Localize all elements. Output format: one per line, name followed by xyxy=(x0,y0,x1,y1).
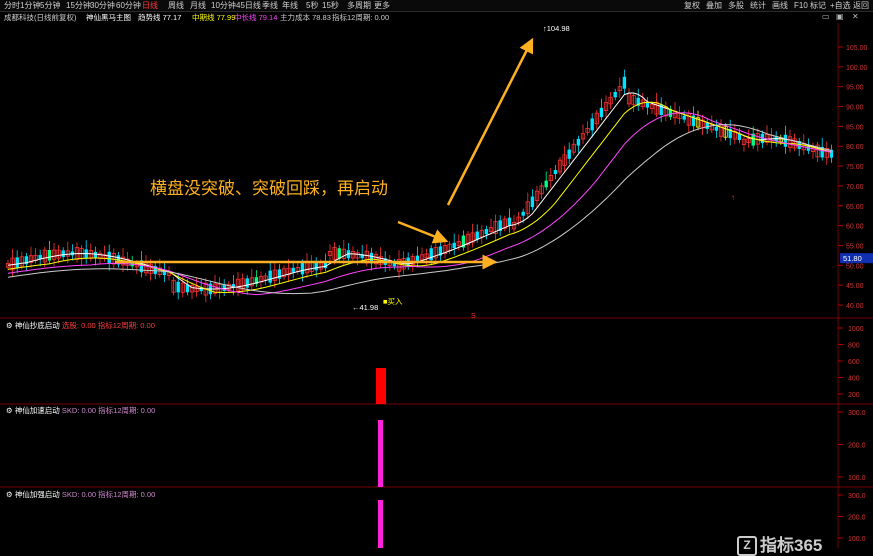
candle-body xyxy=(714,126,719,131)
high-price-label: ↑104.98 xyxy=(543,24,570,33)
price-tick: 75.00 xyxy=(846,164,864,171)
ma-midlong-line xyxy=(7,112,832,296)
candle-body xyxy=(429,248,433,261)
panel-tick: 400 xyxy=(848,376,860,383)
ma-cost-line xyxy=(7,124,832,295)
panel-tick: 800 xyxy=(848,343,860,350)
candle-body xyxy=(314,262,318,271)
candle-body xyxy=(544,180,548,188)
candle-body xyxy=(300,262,305,275)
price-tick: 40.00 xyxy=(846,303,864,310)
s-marker: S xyxy=(471,313,476,320)
panel3-label: ⚙ 神仙加强启动 SKD: 0.00 指标12周期: 0.00 xyxy=(6,490,156,499)
candle-body xyxy=(484,228,489,235)
panel-tick: 100.0 xyxy=(848,475,866,482)
candle-body xyxy=(475,231,479,240)
breakout-annotation-arrow xyxy=(446,37,534,206)
candle-body xyxy=(107,251,111,264)
chart-annotation: 横盘没突破、突破回踩，再启动 xyxy=(150,179,388,198)
retest-annotation-arrow xyxy=(397,220,449,244)
panel-tick: 200 xyxy=(848,392,860,399)
kline-chart[interactable]: ↑104.98 ←41.98 ■买入 S ↑ 105.00 100.00 95.00 90.0… xyxy=(0,0,873,555)
candle-body xyxy=(93,251,98,259)
panel-tick: 200.0 xyxy=(848,515,866,522)
candle-body xyxy=(567,149,571,159)
price-tick: 55.00 xyxy=(846,243,864,250)
candle-body xyxy=(576,138,581,146)
panel-tick: 200.0 xyxy=(848,443,866,450)
panel2-signal-bar xyxy=(378,420,383,487)
price-tick: 45.00 xyxy=(846,283,864,290)
low-price-label: ←41.98 xyxy=(352,303,378,312)
price-tick: 85.00 xyxy=(846,124,864,131)
candle-body xyxy=(645,102,650,108)
candle-body xyxy=(682,115,686,120)
candle-body xyxy=(507,217,512,226)
candle-body xyxy=(452,242,456,249)
price-tick: 70.00 xyxy=(846,184,864,191)
candle-body xyxy=(61,250,65,258)
panel1-label: ⚙ 神仙抄底启动 选股: 0.00 指标12周期: 0.00 xyxy=(6,321,155,330)
panel3-signal-bar xyxy=(378,500,383,548)
price-tick: 60.00 xyxy=(846,224,864,231)
price-tick: 80.00 xyxy=(846,144,864,151)
buy-signal-label: ■买入 xyxy=(383,297,403,306)
candle-body xyxy=(783,134,788,147)
candle-body xyxy=(590,118,594,131)
price-tick: 105.00 xyxy=(846,45,868,52)
candle-body xyxy=(553,170,558,175)
current-price-label: 51.80 xyxy=(843,254,862,263)
up-arrow-marker: ↑ xyxy=(731,193,735,202)
candle-body xyxy=(176,281,180,293)
candle-body xyxy=(599,107,604,118)
panel-tick: 300.0 xyxy=(848,493,866,500)
price-tick: 100.00 xyxy=(846,65,868,72)
panel-tick: 300.0 xyxy=(848,410,866,417)
price-tick: 95.00 xyxy=(846,85,864,92)
candle-body xyxy=(245,278,249,288)
panel-tick: 600 xyxy=(848,359,860,366)
price-tick: 65.00 xyxy=(846,204,864,211)
panel-tick: 100.0 xyxy=(848,536,866,543)
candle-body xyxy=(47,249,52,261)
candle-body xyxy=(15,257,19,268)
candle-body xyxy=(521,211,525,216)
panel-tick: 1000 xyxy=(848,326,864,333)
price-tick: 50.00 xyxy=(846,263,864,270)
panel2-label: ⚙ 神仙加速启动 SKD: 0.00 指标12周期: 0.00 xyxy=(6,406,156,415)
candle-body xyxy=(829,149,834,158)
candlestick-series xyxy=(5,69,834,303)
panel1-signal-bar xyxy=(376,368,386,404)
candle-body xyxy=(530,196,535,208)
brand-logo: Z 指标365 xyxy=(737,531,822,556)
price-tick: 90.00 xyxy=(846,105,864,112)
candle-body xyxy=(622,76,627,89)
candle-body xyxy=(613,91,617,98)
candle-body xyxy=(268,270,272,283)
